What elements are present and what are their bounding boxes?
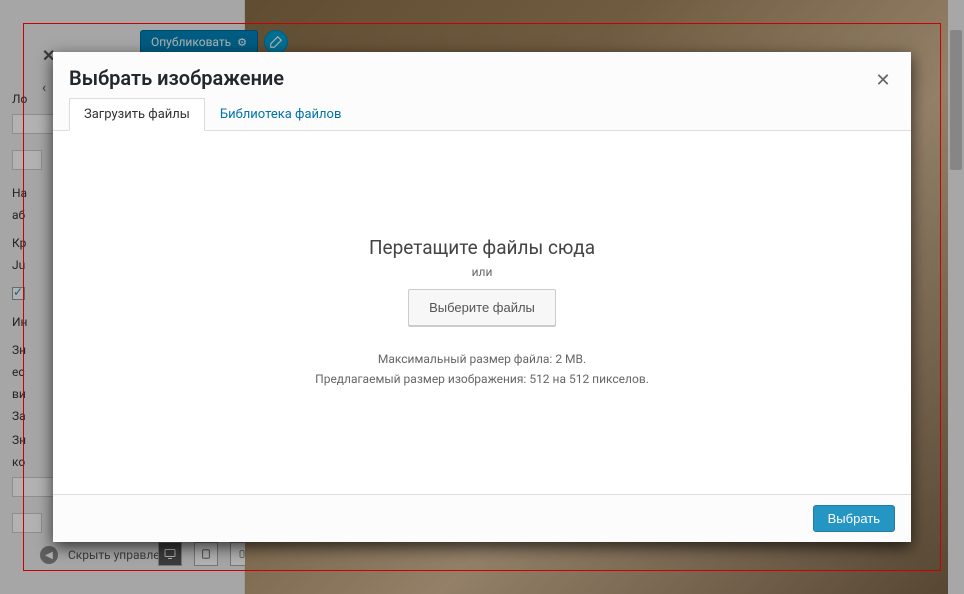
media-modal: Выбрать изображение ✕ Загрузить файлы Би… xyxy=(53,52,911,542)
select-button[interactable]: Выбрать xyxy=(813,505,895,532)
close-icon[interactable]: ✕ xyxy=(867,64,899,96)
tab-upload[interactable]: Загрузить файлы xyxy=(69,98,205,131)
modal-footer: Выбрать xyxy=(53,494,911,542)
dropzone-or: или xyxy=(472,265,493,279)
upload-dropzone[interactable]: Перетащите файлы сюда или Выберите файлы… xyxy=(53,131,911,494)
max-size-text: Максимальный размер файла: 2 MB. xyxy=(315,350,649,369)
modal-tabs: Загрузить файлы Библиотека файлов xyxy=(53,98,911,131)
select-files-button[interactable]: Выберите файлы xyxy=(408,289,556,326)
upload-info: Максимальный размер файла: 2 MB. Предлаг… xyxy=(315,350,649,388)
modal-title: Выбрать изображение xyxy=(69,52,895,98)
suggested-size-text: Предлагаемый размер изображения: 512 на … xyxy=(315,370,649,389)
tab-library[interactable]: Библиотека файлов xyxy=(205,98,357,131)
dropzone-title: Перетащите файлы сюда xyxy=(369,236,595,259)
modal-header: Выбрать изображение ✕ xyxy=(53,52,911,98)
